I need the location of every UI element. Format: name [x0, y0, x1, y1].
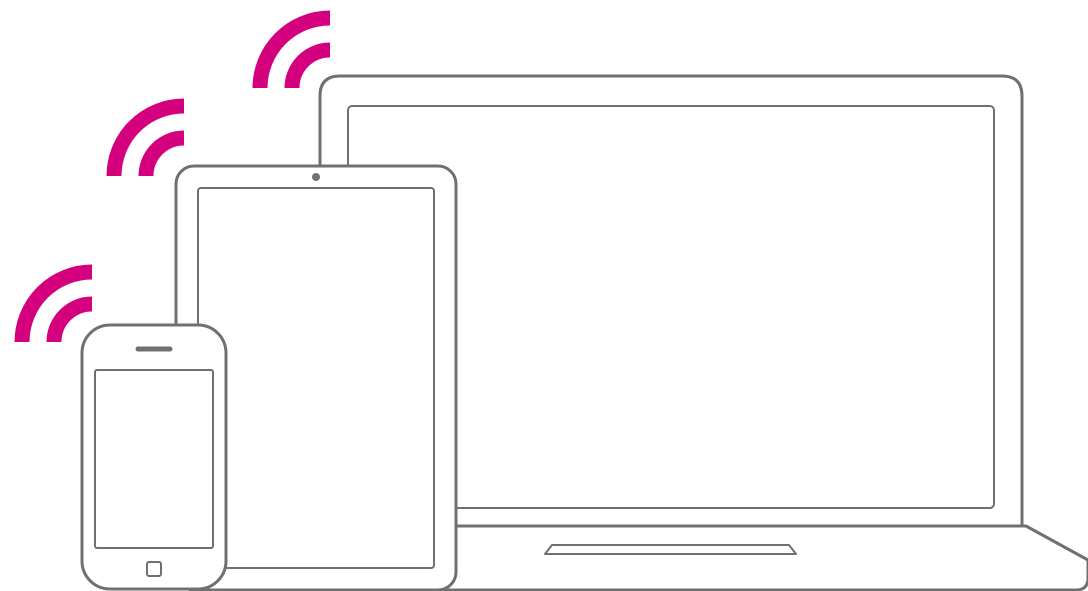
wifi-signal-icon	[252, 10, 331, 89]
wifi-signal-icon	[14, 264, 93, 343]
smartphone-icon	[80, 323, 228, 591]
tablet-camera	[312, 173, 320, 181]
signal-arc	[138, 130, 185, 177]
devices-illustration	[14, 10, 1088, 591]
smartphone-body	[80, 323, 228, 591]
wifi-signal-icon	[106, 98, 185, 177]
